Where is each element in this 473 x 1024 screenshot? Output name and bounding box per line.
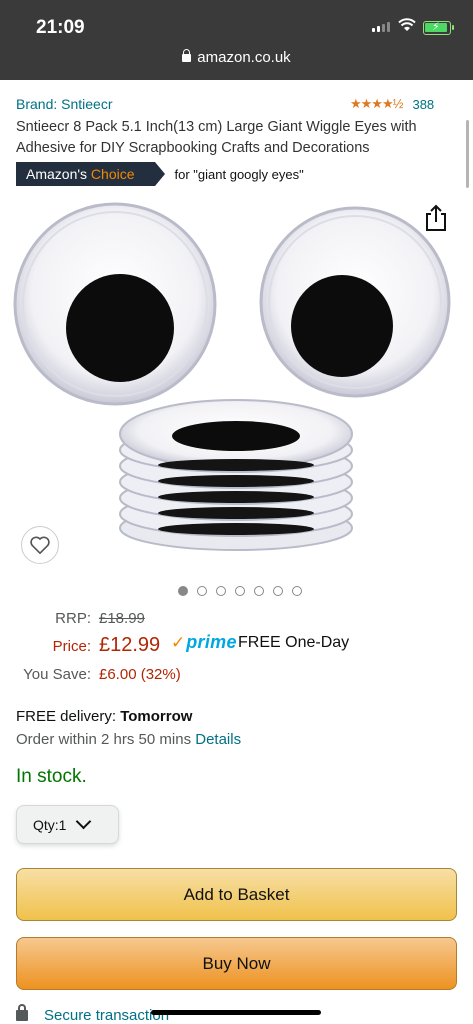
quantity-label: Qty: <box>33 816 59 833</box>
rating[interactable]: ★★★★½ 388 <box>350 96 434 112</box>
url-bar[interactable]: amazon.co.uk <box>0 49 473 66</box>
wishlist-button[interactable] <box>21 526 59 564</box>
amazons-choice: Amazon's Choice for "giant googly eyes" <box>16 162 304 186</box>
status-time: 21:09 <box>36 17 85 38</box>
chevron-down-icon <box>76 813 92 830</box>
details-link[interactable]: Details <box>195 731 241 748</box>
delivery-day: Tomorrow <box>120 708 193 725</box>
choice-badge: Amazon's Choice <box>16 162 164 186</box>
quantity-select[interactable]: Qty: 1 <box>16 805 119 844</box>
scroll-indicator <box>466 120 469 188</box>
rrp-label: RRP: <box>55 610 91 627</box>
add-to-basket-button[interactable]: Add to Basket <box>16 868 457 921</box>
save-label: You Save: <box>23 666 91 683</box>
carousel-dot[interactable] <box>291 586 302 596</box>
image-carousel-dots[interactable] <box>0 586 473 596</box>
carousel-dot[interactable] <box>177 586 188 596</box>
delivery-info: FREE delivery: Tomorrow <box>16 708 193 725</box>
heart-icon <box>30 536 50 554</box>
home-indicator <box>151 1010 321 1015</box>
url-text: amazon.co.uk <box>197 49 291 66</box>
browser-top-bar: 21:09 ⚡ amazon.co.uk <box>0 0 473 80</box>
quantity-value: 1 <box>58 816 67 833</box>
carousel-dot[interactable] <box>234 586 245 596</box>
secure-transaction[interactable]: Secure transaction <box>16 1004 170 1024</box>
wifi-icon <box>398 18 416 31</box>
carousel-dot[interactable] <box>215 586 226 596</box>
lock-icon <box>16 1004 28 1021</box>
share-icon[interactable] <box>422 203 450 233</box>
order-within: Order within 2 hrs 50 mins Details <box>16 731 242 748</box>
rrp-value: £18.99 <box>99 610 145 627</box>
prime-word: prime <box>186 632 237 652</box>
rating-stars-icon: ★★★★½ <box>350 96 403 111</box>
buy-now-button[interactable]: Buy Now <box>16 937 457 990</box>
stock-status: In stock. <box>16 766 87 787</box>
price-value: £12.99 <box>99 634 161 656</box>
prime-badge: ✓ prime <box>171 632 237 653</box>
battery-icon: ⚡ <box>423 21 454 35</box>
cell-signal-icon <box>372 22 390 32</box>
choice-keyword: for "giant googly eyes" <box>174 166 304 182</box>
lock-icon <box>182 49 192 62</box>
rating-count[interactable]: 388 <box>412 97 434 112</box>
product-image[interactable] <box>0 196 473 576</box>
carousel-dot[interactable] <box>253 586 264 596</box>
secure-label: Secure transaction <box>44 1007 170 1024</box>
price-label: Price: <box>52 638 91 655</box>
save-value: £6.00 (32%) <box>99 666 181 683</box>
product-title: Sntieecr 8 Pack 5.1 Inch(13 cm) Large Gi… <box>16 119 417 156</box>
prime-check-icon: ✓ <box>171 633 186 652</box>
carousel-dot[interactable] <box>196 586 207 596</box>
brand-link[interactable]: Brand: Sntieecr <box>16 96 113 112</box>
prime-delivery: FREE One-Day <box>238 634 350 651</box>
carousel-dot[interactable] <box>272 586 283 596</box>
